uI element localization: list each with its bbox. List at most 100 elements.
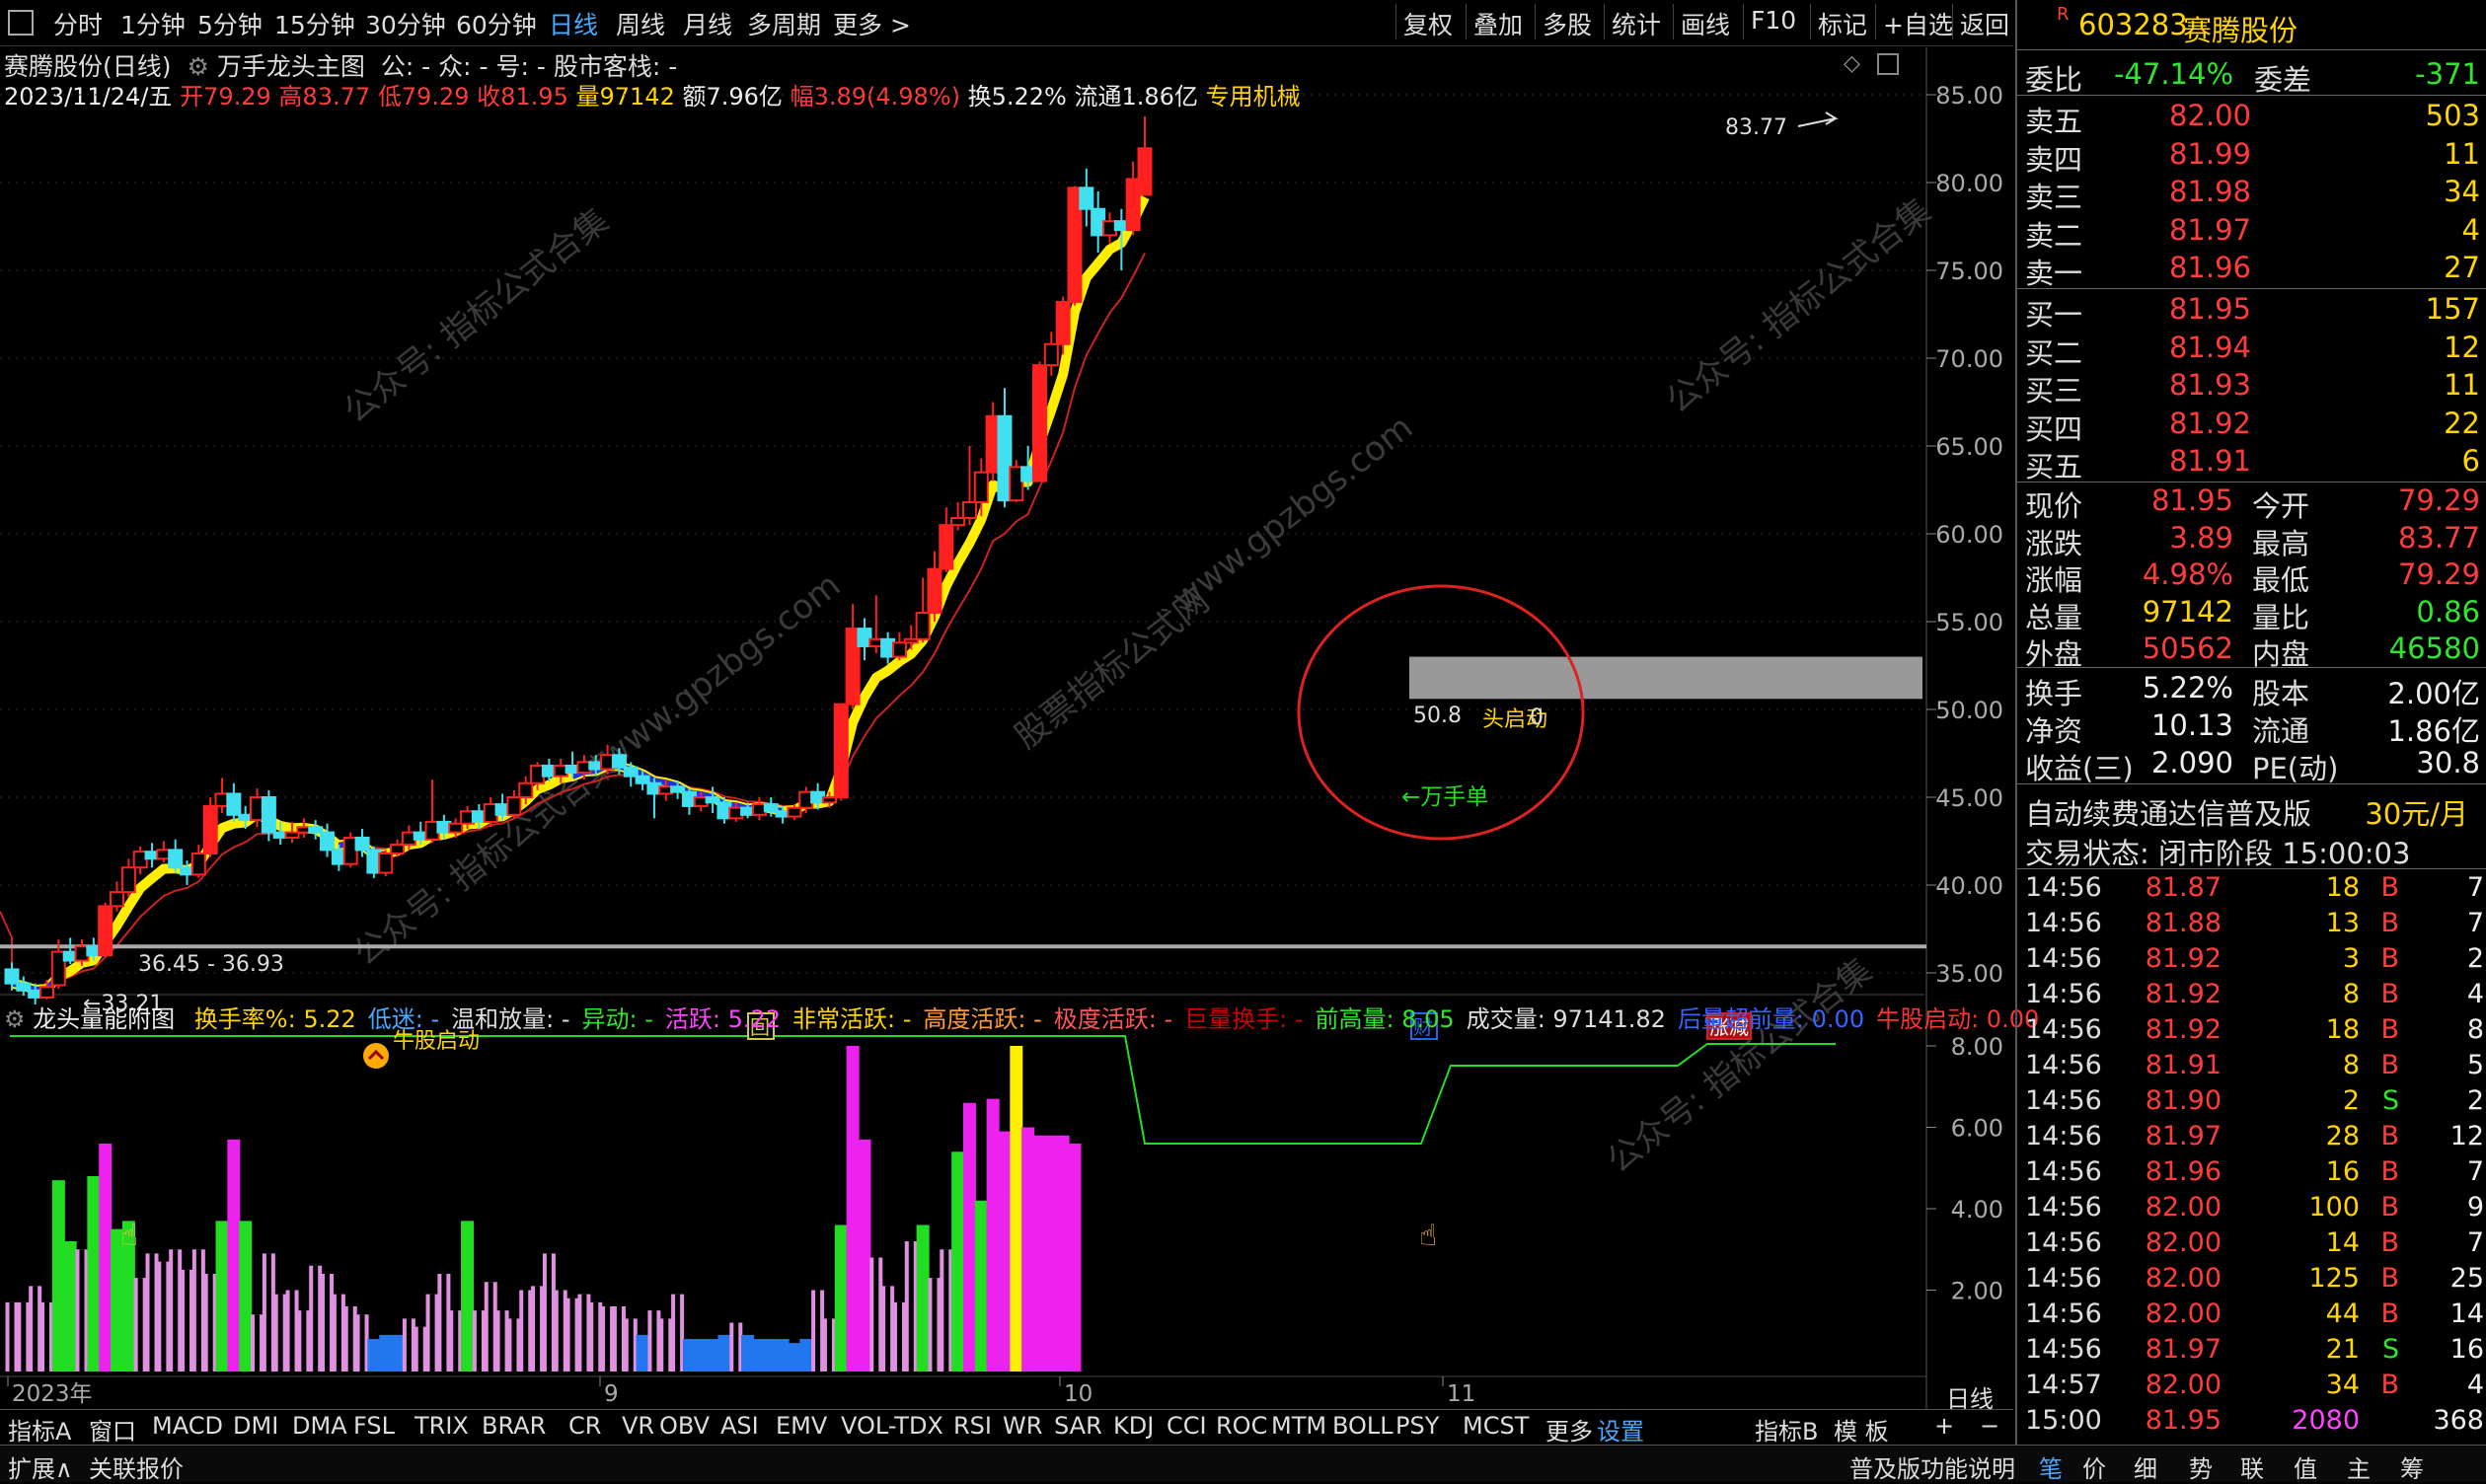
candle-body[interactable]	[168, 849, 184, 869]
candle-body[interactable]	[518, 781, 534, 799]
volume-bar[interactable]	[367, 1339, 381, 1372]
period-label[interactable]: 日线	[1946, 1379, 1994, 1414]
volume-bar[interactable]	[99, 1144, 113, 1372]
volume-bar[interactable]	[1010, 1046, 1023, 1372]
volume-bar[interactable]	[239, 1221, 253, 1372]
candle-body[interactable]	[961, 500, 977, 519]
candle-body[interactable]	[1031, 364, 1047, 482]
ask-row[interactable]: 卖三 81.98 34	[2017, 175, 2486, 214]
volume-bar[interactable]	[636, 1334, 649, 1372]
volume-bar[interactable]	[717, 1334, 731, 1372]
indicator-tab[interactable]: SAR	[1054, 1412, 1102, 1440]
status-right-item[interactable]: 势	[2189, 1449, 2213, 1484]
volume-bar[interactable]	[1044, 1135, 1058, 1372]
candle-body[interactable]	[611, 754, 627, 769]
kline-chart[interactable]: 公众号: 指标公式合集 www.gpzbgs.com www.gpzbgs.com 公…	[0, 0, 2013, 1409]
ask-row[interactable]: 卖四 81.99 11	[2017, 137, 2486, 177]
indicator-tab[interactable]: VOL-TDX	[841, 1412, 943, 1440]
candle-body[interactable]	[891, 641, 907, 658]
remove-icon[interactable]: −	[1980, 1412, 1999, 1440]
candle-body[interactable]	[320, 831, 336, 852]
candle-body[interactable]	[927, 567, 942, 615]
candle-body[interactable]	[763, 803, 779, 813]
indicator-tab[interactable]: 指标B	[1755, 1412, 1818, 1447]
status-right-item[interactable]: 联	[2240, 1449, 2264, 1484]
candle-body[interactable]	[354, 836, 370, 852]
sub-indicator-name[interactable]: 龙头量能附图	[33, 1005, 175, 1033]
candle-body[interactable]	[16, 982, 32, 992]
indicator-tab[interactable]: RSI	[953, 1412, 992, 1440]
indicator-tab[interactable]: OBV	[659, 1412, 710, 1440]
bid-row[interactable]: 买三 81.93 11	[2017, 368, 2486, 408]
candle-body[interactable]	[190, 852, 206, 876]
candle-body[interactable]	[261, 796, 276, 834]
indicator-tab[interactable]: WR	[1003, 1412, 1042, 1440]
indicator-tab[interactable]: EMV	[776, 1412, 827, 1440]
indicator-toggle-icon[interactable]: ⚙	[4, 1005, 26, 1033]
indicator-tab[interactable]: MACD	[152, 1412, 223, 1440]
ask-row[interactable]: 卖一 81.96 27	[2017, 251, 2486, 290]
candle-body[interactable]	[950, 516, 966, 527]
indicator-tab[interactable]: MCST	[1463, 1412, 1529, 1440]
add-icon[interactable]: +	[1934, 1412, 1954, 1440]
status-right-item[interactable]: 筹	[2400, 1449, 2424, 1484]
volume-bar[interactable]	[998, 1131, 1012, 1372]
volume-bar[interactable]	[63, 1241, 77, 1372]
volume-bar[interactable]	[858, 1139, 871, 1372]
volume-bar[interactable]	[1032, 1135, 1046, 1372]
indicator-tab[interactable]: 指标A	[8, 1412, 71, 1447]
indicator-tab[interactable]: ROC	[1216, 1412, 1267, 1440]
status-right-item[interactable]: 价	[2082, 1449, 2106, 1484]
candle-body[interactable]	[120, 866, 136, 894]
candle-body[interactable]	[1079, 186, 1094, 210]
status-right-item[interactable]: 主	[2347, 1449, 2371, 1484]
volume-bar[interactable]	[215, 1221, 229, 1372]
status-left-item[interactable]: 扩展∧	[8, 1449, 73, 1484]
volume-bar[interactable]	[379, 1334, 393, 1372]
volume-bar[interactable]	[916, 1224, 930, 1373]
candle-body[interactable]	[202, 804, 218, 854]
volume-bar[interactable]	[764, 1339, 778, 1372]
candle-body[interactable]	[39, 986, 55, 999]
volume-bar[interactable]	[1068, 1144, 1082, 1372]
indicator-tab[interactable]: CCI	[1167, 1412, 1207, 1440]
candle-body[interactable]	[98, 905, 113, 957]
status-right-item[interactable]: 值	[2294, 1449, 2317, 1484]
bid-row[interactable]: 买二 81.94 12	[2017, 331, 2486, 370]
status-left-item[interactable]: 关联报价	[89, 1449, 184, 1484]
ask-row[interactable]: 卖二 81.97 4	[2017, 213, 2486, 253]
candle-body[interactable]	[390, 844, 406, 854]
indicator-tab[interactable]: 窗口	[89, 1412, 136, 1447]
volume-bar[interactable]	[741, 1334, 755, 1372]
candle-body[interactable]	[1137, 147, 1153, 196]
volume-bar[interactable]	[986, 1098, 1000, 1372]
candle-body[interactable]	[833, 703, 849, 798]
candle-body[interactable]	[4, 968, 20, 985]
indicator-tab[interactable]: FSL	[353, 1412, 395, 1440]
volume-bar[interactable]	[951, 1151, 965, 1372]
candle-body[interactable]	[506, 796, 522, 816]
volume-bar[interactable]	[1056, 1135, 1070, 1372]
indicator-tab[interactable]: PSY	[1395, 1412, 1439, 1440]
candle-body[interactable]	[635, 775, 650, 784]
candle-body[interactable]	[973, 471, 989, 503]
candle-body[interactable]	[448, 822, 464, 834]
volume-bar[interactable]	[1021, 1127, 1035, 1373]
indicator-tab[interactable]: DMA	[292, 1412, 347, 1440]
volume-bar[interactable]	[87, 1176, 101, 1372]
indicator-tab[interactable]: ASI	[720, 1412, 759, 1440]
volume-bar[interactable]	[974, 1200, 988, 1372]
indicator-tab[interactable]: CR	[568, 1412, 601, 1440]
bid-row[interactable]: 买四 81.92 22	[2017, 407, 2486, 446]
volume-bar[interactable]	[51, 1180, 65, 1372]
indicator-tab[interactable]: DMI	[233, 1412, 278, 1440]
candle-body[interactable]	[1055, 301, 1071, 345]
volume-bar[interactable]	[776, 1339, 790, 1372]
ask-row[interactable]: 卖五 82.00 503	[2017, 99, 2486, 138]
bid-row[interactable]: 买五 81.91 6	[2017, 444, 2486, 483]
volume-bar[interactable]	[706, 1339, 719, 1372]
indicator-tab[interactable]: 设置	[1597, 1412, 1644, 1447]
indicator-tab[interactable]: BRAR	[482, 1412, 546, 1440]
indicator-tab[interactable]: VR	[622, 1412, 654, 1440]
volume-bar[interactable]	[694, 1339, 708, 1372]
